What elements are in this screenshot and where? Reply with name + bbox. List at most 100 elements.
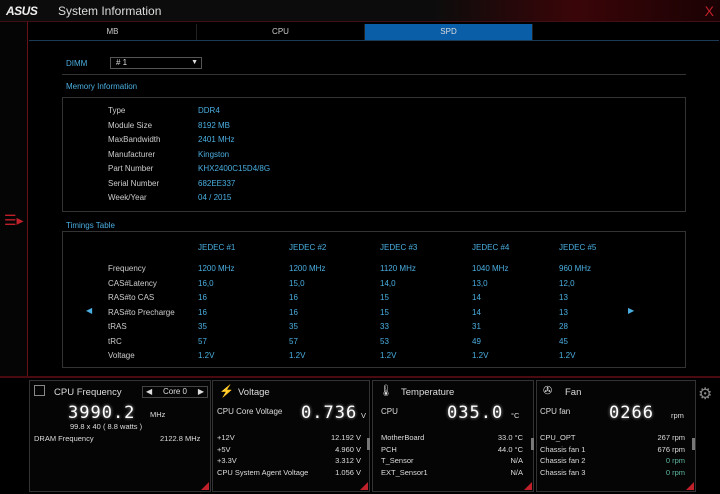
voltage-row-value: 4.960 V [335,444,361,454]
fan-row-value: 0 rpm [665,456,685,465]
title-bar: ASUS System Information X [0,0,720,22]
memory-field-value: DDR4 [198,106,220,115]
timings-cell: 12,0 [559,278,575,288]
expand-corner[interactable] [201,482,209,490]
timings-row-label: tRC [108,336,122,346]
settings-gear-icon[interactable]: ⚙ [698,384,712,404]
timings-heading: Timings Table [66,221,115,230]
timings-cell: 1120 MHz [380,264,416,273]
timings-column-header: JEDEC #1 [198,243,236,252]
fan-row-label: Chassis fan 1 [540,444,586,454]
fan-row-value: 676 rpm [657,444,685,454]
fan-panel: ✇ Fan CPU fan 0266 rpm CPU_OPT 267 rpm Cha… [536,380,696,492]
timings-cell: 13 [559,293,568,302]
voltage-row-value: 3.312 V [335,456,361,465]
memory-info-box [62,97,686,212]
dimm-select[interactable]: # 1 ▼ [110,57,202,69]
timings-cell: 1200 MHz [289,264,326,273]
cpu-temp-value: 035.0 [447,403,504,423]
scroll-right-icon[interactable]: ▶ [628,306,634,315]
menu-icon[interactable]: ☰▸ [4,212,24,229]
timings-cell: 35 [289,322,298,331]
scrollbar[interactable] [367,438,370,450]
timings-cell: 15,0 [289,278,305,288]
cpu-chip-icon [34,385,45,396]
timings-cell: 1.2V [289,351,306,360]
scroll-left-icon[interactable]: ◀ [86,306,92,315]
temperature-panel: 🌡 Temperature CPU 035.0 °C MotherBoard 33… [372,380,534,492]
temp-row-label: EXT_Sensor1 [381,467,428,477]
timings-cell: 13 [559,307,568,317]
dimm-value: # 1 [116,58,128,67]
timings-cell: 53 [380,336,389,346]
close-button[interactable]: X [705,3,714,19]
timings-cell: 13,0 [472,278,488,288]
timings-column-header: JEDEC #4 [472,243,510,252]
timings-cell: 14 [472,293,481,302]
cpu-frequency-value: 3990.2 [68,403,136,423]
memory-field-label: Part Number [108,164,154,173]
prev-core-icon[interactable]: ◀ [146,387,152,397]
timings-cell: 28 [559,322,568,331]
timings-row-label: Frequency [108,264,146,273]
next-core-icon[interactable]: ▶ [198,387,204,397]
timings-cell: 15 [380,293,389,302]
scrollbar[interactable] [531,438,534,450]
timings-row-label: Voltage [108,351,135,360]
memory-field-value: 2401 MHz [198,135,235,144]
voltage-row-label: +5V [217,444,231,454]
voltage-title: Voltage [238,387,270,398]
sidebar: ☰▸ [0,22,28,376]
expand-corner[interactable] [524,482,532,490]
temp-row-value: N/A [510,456,523,465]
fan-row-label: Chassis fan 2 [540,456,586,465]
temp-row-label: PCH [381,444,397,454]
timings-cell: 16 [289,307,298,317]
cpu-temp-unit: °C [511,411,520,420]
expand-corner[interactable] [360,482,368,490]
asus-logo: ASUS [6,4,38,18]
window-title: System Information [58,4,162,18]
timings-cell: 57 [289,336,298,346]
memory-field-value: KHX2400C15D4/8G [198,164,271,173]
temperature-title: Temperature [401,387,455,398]
chevron-down-icon: ▼ [191,59,198,66]
memory-field-value: 04 / 2015 [198,193,232,202]
timings-cell: 1.2V [198,351,215,360]
timings-column-header: JEDEC #2 [289,243,327,252]
timings-cell: 960 MHz [559,264,592,273]
core-selector[interactable]: ◀ Core 0 ▶ [142,386,208,398]
timings-cell: 1040 MHz [472,264,509,273]
voltage-row-value: 12.192 V [330,433,361,442]
timings-cell: 35 [198,322,207,331]
timings-cell: 16,0 [198,278,214,288]
lightning-icon: ⚡ [219,384,234,398]
cpu-frequency-panel: CPU Frequency ◀ Core 0 ▶ 3990.2 MHz 99.8 x… [29,380,211,492]
timings-row-label: CAS#Latency [108,278,157,288]
timings-cell: 33 [380,322,389,331]
timings-cell: 16 [198,293,207,302]
tab-mb[interactable]: MB [29,24,197,40]
memory-field-value: 682EE337 [198,178,236,188]
tab-bar: MB CPU SPD [29,24,719,41]
voltage-panel: ⚡ Voltage CPU Core Voltage 0.736 V +12V 1… [212,380,370,492]
timings-cell: 1.2V [472,351,489,360]
expand-corner[interactable] [686,482,694,490]
tab-spd[interactable]: SPD [365,24,533,40]
timings-row-label: RAS#to CAS [108,293,155,302]
timings-column-header: JEDEC #5 [559,243,597,252]
timings-cell: 1.2V [559,351,576,360]
timings-cell: 31 [472,322,481,331]
fan-row-value: 0 rpm [665,467,685,477]
scrollbar[interactable] [692,438,695,450]
memory-field-value: Kingston [198,149,230,159]
tab-cpu[interactable]: CPU [197,24,365,40]
fan-row-value: 267 rpm [657,433,685,442]
timings-cell: 57 [198,336,207,346]
memory-field-label: Manufacturer [108,149,156,159]
voltage-row-label: +3.3V [217,456,237,465]
dimm-label: DIMM [66,59,88,68]
fan-title: Fan [565,387,582,398]
temp-row-value: N/A [510,467,523,477]
timings-cell: 1200 MHz [198,264,235,273]
